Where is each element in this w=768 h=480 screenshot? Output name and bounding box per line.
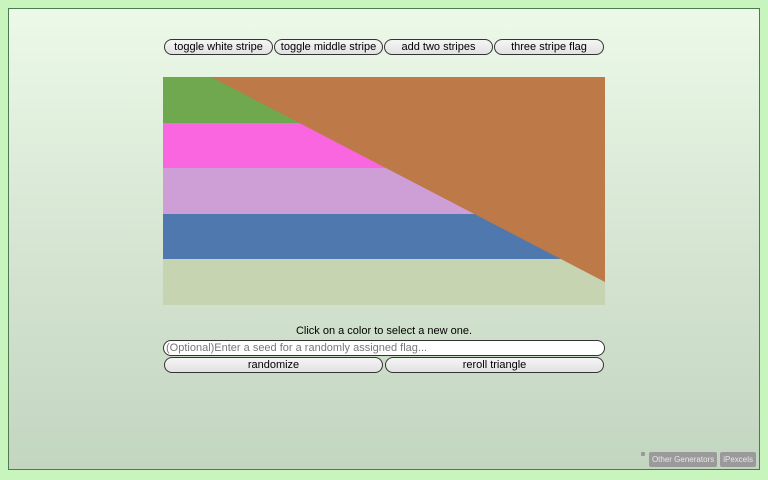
- footer-links: Other Generators iPexcels: [640, 452, 756, 467]
- seed-input[interactable]: [163, 340, 605, 356]
- three-stripe-flag-button[interactable]: three stripe flag: [494, 39, 604, 55]
- randomize-button[interactable]: randomize: [164, 357, 383, 373]
- toggle-middle-stripe-button[interactable]: toggle middle stripe: [274, 39, 383, 55]
- toggle-white-stripe-button[interactable]: toggle white stripe: [164, 39, 273, 55]
- flag-canvas[interactable]: [163, 77, 605, 305]
- instructions-text: Click on a color to select a new one.: [295, 325, 473, 337]
- author-link[interactable]: iPexcels: [720, 452, 756, 467]
- add-two-stripes-button[interactable]: add two stripes: [384, 39, 493, 55]
- footer-dot-icon: [640, 452, 645, 456]
- flag-stripe-5[interactable]: [163, 259, 605, 305]
- other-generators-link[interactable]: Other Generators: [648, 452, 718, 467]
- reroll-triangle-button[interactable]: reroll triangle: [385, 357, 604, 373]
